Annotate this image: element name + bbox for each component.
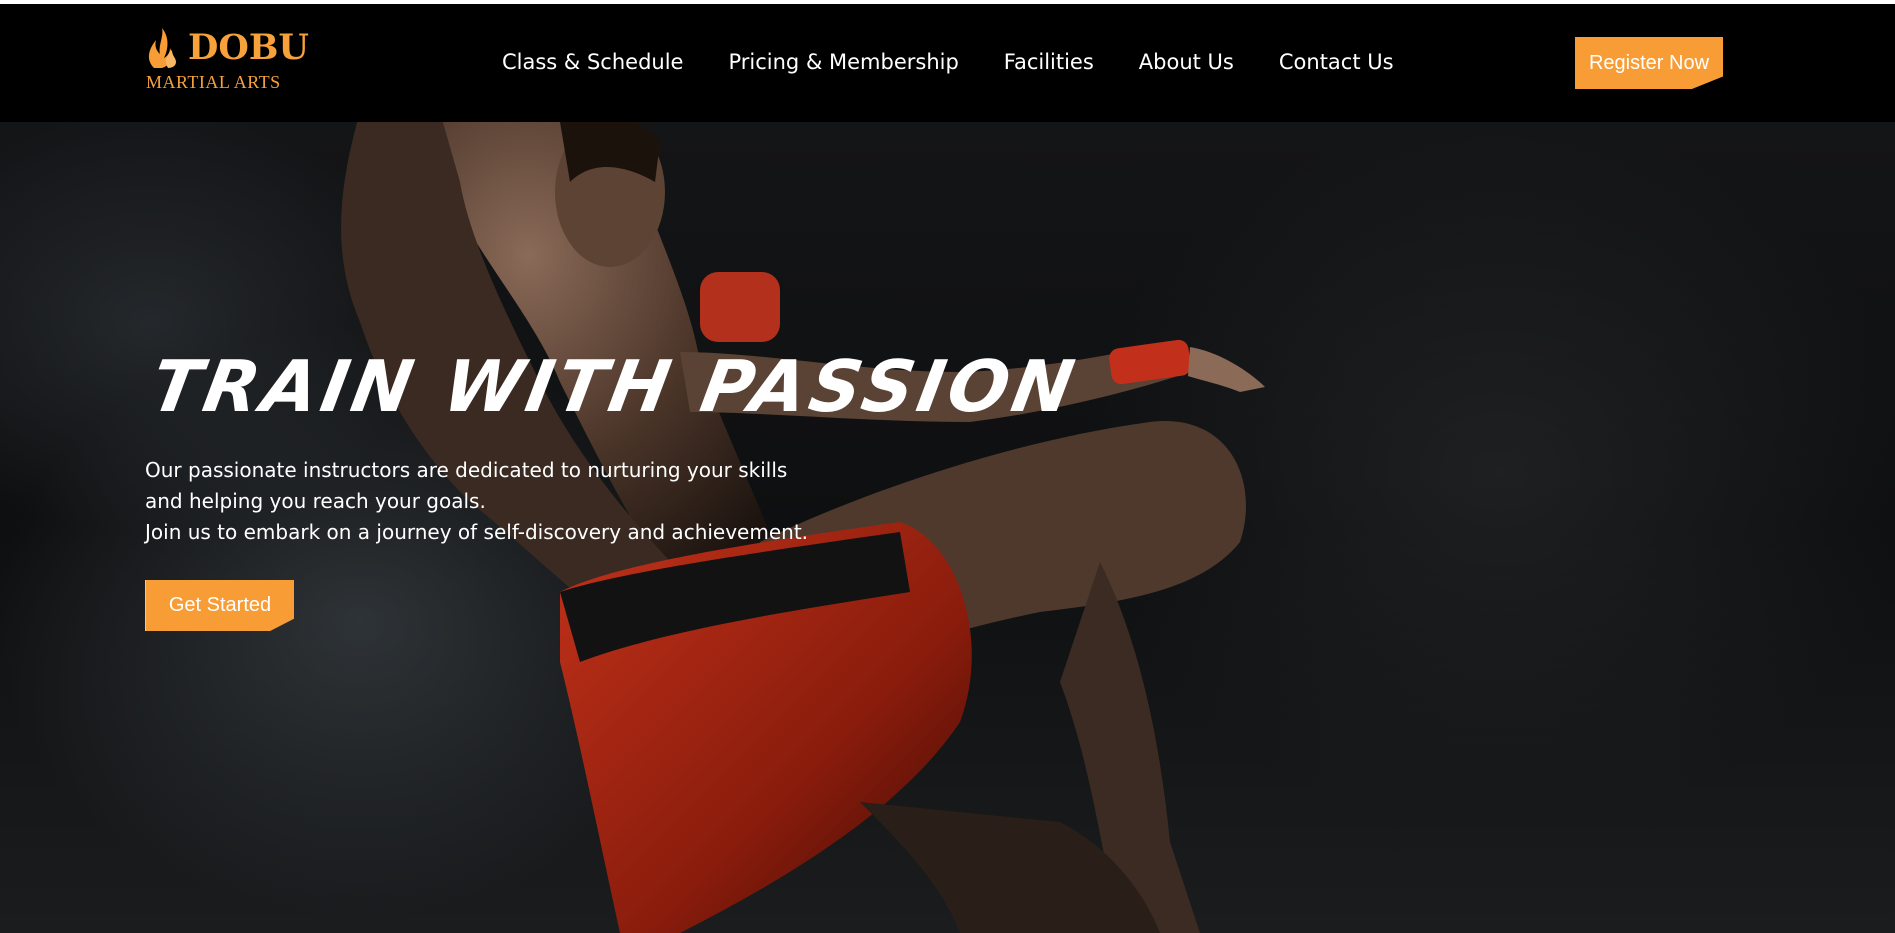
flame-icon	[148, 28, 176, 68]
logo[interactable]: DOBU MARTIAL ARTS	[144, 24, 309, 94]
hero-title: TRAIN WITH PASSION	[144, 345, 1084, 428]
page: DOBU MARTIAL ARTS Class & Schedule Prici…	[0, 0, 1895, 933]
brand-tagline: MARTIAL ARTS	[146, 72, 281, 92]
hero-content: TRAIN WITH PASSION Our passionate instru…	[145, 345, 1084, 631]
nav-link-class-schedule[interactable]: Class & Schedule	[502, 48, 683, 76]
nav-link-contact-us[interactable]: Contact Us	[1279, 48, 1394, 76]
hero-section: TRAIN WITH PASSION Our passionate instru…	[0, 122, 1895, 933]
nav-link-about-us[interactable]: About Us	[1139, 48, 1234, 76]
hero-description-line: and helping you reach your goals.	[145, 489, 486, 513]
hero-description-line: Our passionate instructors are dedicated…	[145, 458, 788, 482]
register-now-button[interactable]: Register Now	[1575, 37, 1723, 89]
brand-name: DOBU	[188, 27, 309, 68]
nav-link-pricing-membership[interactable]: Pricing & Membership	[728, 48, 958, 76]
main-nav: Class & Schedule Pricing & Membership Fa…	[502, 48, 1394, 76]
navbar: DOBU MARTIAL ARTS Class & Schedule Prici…	[0, 4, 1895, 122]
nav-link-facilities[interactable]: Facilities	[1004, 48, 1094, 76]
get-started-button[interactable]: Get Started	[145, 580, 294, 631]
hero-description-line: Join us to embark on a journey of self-d…	[145, 520, 809, 544]
hero-description: Our passionate instructors are dedicated…	[145, 455, 865, 548]
